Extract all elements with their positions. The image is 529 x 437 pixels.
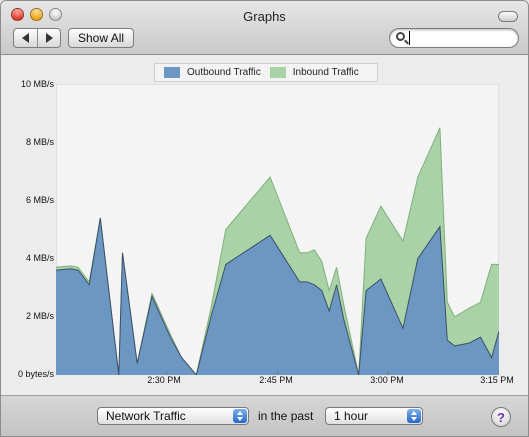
navigation-buttons [13, 28, 61, 48]
search-icon [396, 32, 405, 41]
legend-item-outbound: Outbound Traffic [164, 67, 261, 78]
popup-arrows-icon [233, 409, 247, 423]
x-tick-label: 3:15 PM [480, 375, 514, 385]
chart-legend: Outbound Traffic Inbound Traffic [154, 63, 378, 82]
legend-swatch-inbound [269, 67, 286, 78]
help-icon: ? [497, 410, 505, 425]
x-tick-label: 2:30 PM [147, 375, 181, 385]
bottom-bar: Network Traffic in the past 1 hour ? [1, 395, 528, 436]
back-button[interactable] [14, 29, 37, 47]
show-all-button[interactable]: Show All [68, 28, 135, 48]
x-tick-label: 2:45 PM [259, 375, 293, 385]
time-period-select[interactable]: 1 hour [325, 407, 423, 425]
y-tick-label: 8 MB/s [25, 137, 54, 147]
back-arrow-icon [22, 33, 29, 43]
popup-arrows-icon [407, 409, 421, 423]
legend-label-inbound: Inbound Traffic [292, 67, 359, 78]
traffic-chart [56, 84, 499, 375]
window-title: Graphs [243, 9, 286, 24]
search-input[interactable] [409, 31, 509, 45]
graph-type-value: Network Traffic [106, 409, 186, 423]
help-button[interactable]: ? [491, 407, 511, 427]
legend-swatch-outbound [164, 67, 180, 78]
forward-button[interactable] [37, 29, 60, 47]
y-tick-label: 6 MB/s [25, 195, 54, 205]
y-tick-label: 4 MB/s [25, 253, 54, 263]
legend-item-inbound: Inbound Traffic [269, 67, 359, 78]
time-period-value: 1 hour [334, 409, 369, 423]
title-bar: Graphs Show All [1, 1, 528, 55]
graph-type-select[interactable]: Network Traffic [97, 407, 249, 425]
legend-label-outbound: Outbound Traffic [187, 67, 261, 78]
toolbar-toggle-button[interactable] [498, 11, 518, 22]
forward-arrow-icon [45, 33, 53, 43]
y-tick-label: 10 MB/s [20, 79, 54, 89]
search-field[interactable] [389, 28, 519, 48]
y-tick-label: 2 MB/s [25, 311, 54, 321]
x-tick-label: 3:00 PM [370, 375, 404, 385]
in-the-past-label: in the past [258, 409, 314, 423]
graphs-window: Graphs Show All Outbound Traffic Inbound… [0, 0, 529, 437]
y-tick-label: 0 bytes/s [17, 369, 54, 379]
